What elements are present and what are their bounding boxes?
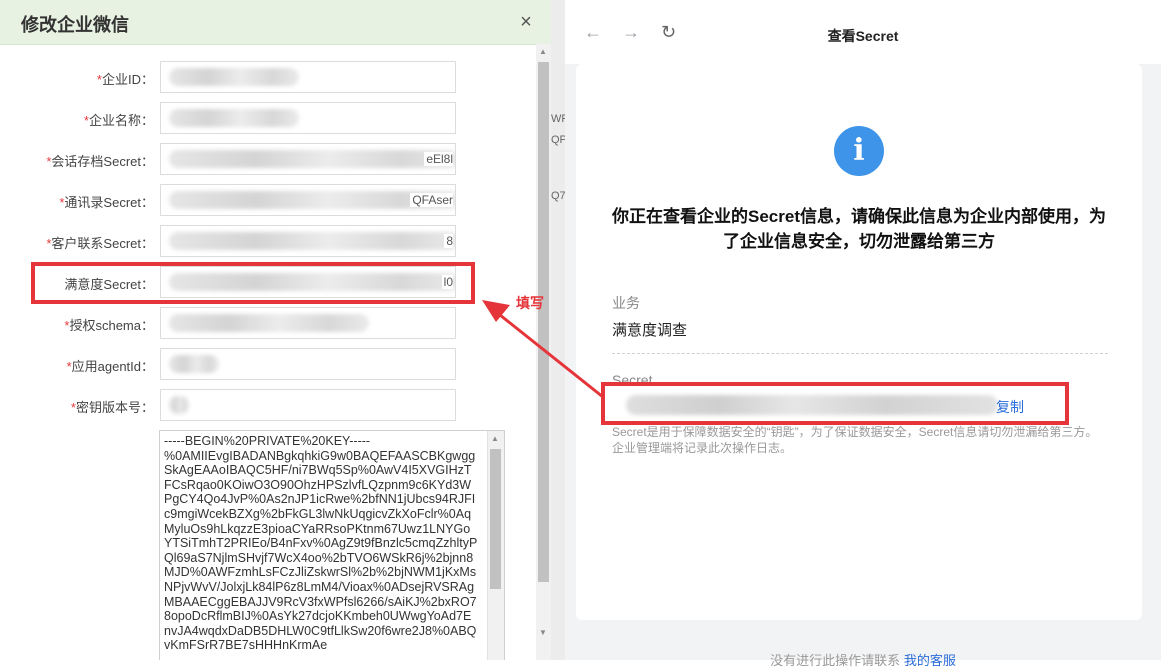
business-label: 业务 <box>612 295 640 311</box>
form-row: *通讯录Secret： QFAser <box>0 184 460 216</box>
page-title: 查看Secret <box>827 28 899 44</box>
form-row: *会话存档Secret： eEl8l <box>0 143 460 175</box>
secret-note-line: Secret是用于保障数据安全的“钥匙”，为了保证数据安全，Secret信息请切… <box>612 425 1098 439</box>
secret-note-line: 企业管理端将记录此次操作日志。 <box>612 441 793 455</box>
customer-service-link[interactable]: 我的客服 <box>904 653 956 668</box>
field-input[interactable] <box>160 102 456 134</box>
field-label: *授权schema： <box>0 315 154 334</box>
modal-header: 修改企业微信 × <box>0 0 551 45</box>
secret-card: i 你正在查看企业的Secret信息，请确保此信息为企业内部使用，为了企业信息安… <box>576 64 1142 620</box>
background-text: WF <box>551 113 565 125</box>
field-label: *企业名称： <box>0 110 154 129</box>
form-row: *授权schema： <box>0 307 460 339</box>
annotation-fill-label: 填写 <box>516 295 544 311</box>
redacted-value <box>169 355 219 373</box>
scroll-up-arrow-icon[interactable]: ▲ <box>491 434 499 443</box>
browser-toolbar: ← → ↻ 查看Secret <box>565 0 1161 64</box>
redacted-value <box>169 232 455 250</box>
modal-title: 修改企业微信 <box>21 15 129 35</box>
close-icon[interactable]: × <box>516 12 536 32</box>
field-input[interactable]: 8 <box>160 225 456 257</box>
field-label: *密钥版本号： <box>0 397 154 416</box>
field-label: *会话存档Secret： <box>0 151 154 170</box>
field-input[interactable] <box>160 61 456 93</box>
business-value: 满意度调查 <box>612 322 688 339</box>
form-row: *密钥版本号： <box>0 389 460 421</box>
field-label-text: 企业名称： <box>88 113 154 128</box>
private-key-text: -----BEGIN%20PRIVATE%20KEY----- %0AMIIEv… <box>164 434 478 653</box>
field-label-text: 通讯录Secret： <box>64 195 154 210</box>
redacted-value <box>169 68 299 86</box>
footer: 没有进行此操作请联系 我的客服 <box>565 650 1161 670</box>
form-row: *企业ID： <box>0 61 460 93</box>
info-icon: i <box>834 126 884 176</box>
field-value-tail: 8 <box>444 234 453 248</box>
secret-note: Secret是用于保障数据安全的“钥匙”，为了保证数据安全，Secret信息请切… <box>612 424 1112 456</box>
field-label-text: 会话存档Secret： <box>51 154 154 169</box>
background-text: QP <box>551 134 565 146</box>
form-row: *应用agentId： <box>0 348 460 380</box>
field-label-text: 应用agentId： <box>71 359 154 374</box>
private-key-textarea[interactable]: -----BEGIN%20PRIVATE%20KEY----- %0AMIIEv… <box>159 430 505 660</box>
secret-viewer-window: ← → ↻ 查看Secret i 你正在查看企业的Secret信息，请确保此信息… <box>565 0 1161 668</box>
redacted-value <box>169 109 299 127</box>
field-value-tail: eEl8l <box>424 152 453 166</box>
field-input[interactable]: eEl8l <box>160 143 456 175</box>
field-input[interactable] <box>160 389 456 421</box>
field-input[interactable] <box>160 307 456 339</box>
redacted-value <box>169 314 369 332</box>
field-label: *通讯录Secret： <box>0 192 154 211</box>
security-warning: 你正在查看企业的Secret信息，请确保此信息为企业内部使用，为了企业信息安全，… <box>612 207 1106 251</box>
field-label: *客户联系Secret： <box>0 233 154 252</box>
background-window-strip: WF QP Q7 <box>551 0 565 660</box>
field-label: *企业ID： <box>0 69 154 88</box>
field-input[interactable]: QFAser <box>160 184 456 216</box>
scroll-up-arrow-icon[interactable]: ▲ <box>539 47 547 56</box>
form-row: *企业名称： <box>0 102 460 134</box>
field-label-text: 企业ID： <box>101 72 154 87</box>
divider <box>612 353 1108 354</box>
form-row: *客户联系Secret： 8 <box>0 225 460 257</box>
textarea-scrollbar[interactable]: ▲ <box>487 431 504 660</box>
field-value-tail: QFAser <box>410 193 453 207</box>
redacted-value <box>169 150 455 168</box>
background-text: Q7 <box>551 190 565 202</box>
highlight-box-secret-value <box>601 382 1069 425</box>
field-label-text: 授权schema： <box>69 318 154 333</box>
modal-scroll-thumb[interactable] <box>538 62 549 582</box>
field-input[interactable] <box>160 348 456 380</box>
modal-scrollbar[interactable]: ▲ ▼ <box>536 44 551 660</box>
field-label: *应用agentId： <box>0 356 154 375</box>
textarea-scroll-thumb[interactable] <box>490 449 501 589</box>
scroll-down-arrow-icon[interactable]: ▼ <box>539 628 547 637</box>
field-label-text: 客户联系Secret： <box>51 236 154 251</box>
field-label-text: 密钥版本号： <box>75 400 154 415</box>
redacted-value <box>169 396 189 414</box>
footer-text: 没有进行此操作请联系 <box>770 653 901 668</box>
highlight-box-satisfaction-secret <box>31 262 475 304</box>
edit-wecom-modal: 修改企业微信 × *企业ID： *企业名称： *会话存档Secret： eEl8l *通… <box>0 0 551 660</box>
